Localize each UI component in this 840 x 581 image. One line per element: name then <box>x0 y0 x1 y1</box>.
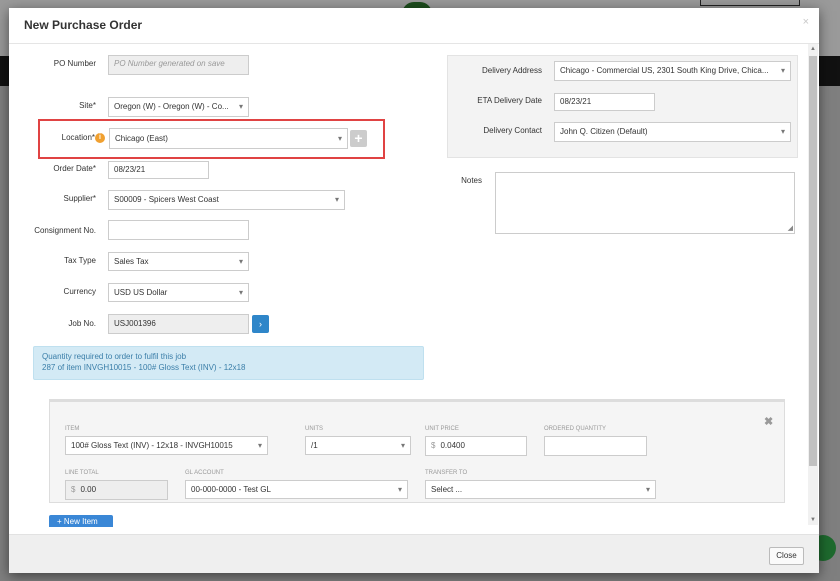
modal-title: New Purchase Order <box>24 18 143 32</box>
line-item-panel: Item 100# Gloss Text (INV) - 12x18 - INV… <box>49 399 785 503</box>
unit-price-value: 0.0400 <box>440 441 465 450</box>
tax-type-select[interactable]: Sales Tax <box>108 252 249 271</box>
transfer-to-label: Transfer To <box>425 470 468 476</box>
remove-item-icon[interactable]: ✖ <box>764 415 773 428</box>
eta-delivery-date-label: ETA Delivery Date <box>477 96 542 105</box>
tax-type-label: Tax Type <box>64 256 96 265</box>
new-purchase-order-modal: New Purchase Order × PO Number PO Number… <box>9 8 819 573</box>
new-item-button[interactable]: + New Item <box>49 515 113 527</box>
item-label: Item <box>65 426 80 432</box>
job-no-label: Job No. <box>68 319 96 328</box>
currency-select[interactable]: USD US Dollar <box>108 283 249 302</box>
unit-price-label: Unit Price <box>425 426 459 432</box>
resize-handle-icon[interactable]: ◢ <box>788 224 793 232</box>
delivery-address-select[interactable]: Chicago - Commercial US, 2301 South King… <box>554 61 791 81</box>
scroll-up-icon[interactable]: ▲ <box>808 44 818 54</box>
unit-price-input[interactable]: $0.0400 <box>425 436 527 456</box>
close-button[interactable]: Close <box>769 547 804 565</box>
modal-footer: Close <box>9 534 819 573</box>
alert-line-1: Quantity required to order to fulfil thi… <box>42 352 187 361</box>
site-select[interactable]: Oregon (W) - Oregon (W) - Co... <box>108 97 249 117</box>
scroll-down-icon[interactable]: ▼ <box>808 515 818 525</box>
line-total-field: $0.00 <box>65 480 168 500</box>
gl-account-select[interactable]: 00-000-0000 - Test GL <box>185 480 408 499</box>
close-icon[interactable]: × <box>803 16 809 28</box>
go-to-job-button[interactable]: › <box>252 315 269 333</box>
item-select[interactable]: 100# Gloss Text (INV) - 12x18 - INVGH100… <box>65 436 268 455</box>
info-icon[interactable]: i <box>95 133 105 143</box>
location-label: Location* <box>61 133 95 142</box>
delivery-contact-select[interactable]: John Q. Citizen (Default) <box>554 122 791 142</box>
add-location-button[interactable]: + <box>350 130 367 147</box>
units-label: Units <box>305 426 323 432</box>
line-total-value: 0.00 <box>80 485 97 494</box>
line-total-label: Line Total <box>65 470 99 476</box>
order-date-label: Order Date* <box>53 164 96 173</box>
currency-label: Currency <box>63 287 96 296</box>
po-number-field: PO Number generated on save <box>108 55 249 75</box>
ordered-quantity-label: Ordered Quantity <box>544 426 607 432</box>
location-select[interactable]: Chicago (East) <box>109 128 348 149</box>
transfer-to-select[interactable]: Select ... <box>425 480 656 499</box>
job-quantity-alert: Quantity required to order to fulfil thi… <box>33 346 424 380</box>
dollar-symbol: $ <box>431 441 436 450</box>
job-no-field: USJ001396 <box>108 314 249 334</box>
alert-line-2: 287 of item INVGH10015 - 100# Gloss Text… <box>42 363 246 372</box>
eta-delivery-date-input[interactable]: 08/23/21 <box>554 93 655 111</box>
supplier-label: Supplier* <box>63 194 96 203</box>
scroll-thumb[interactable] <box>809 56 817 466</box>
notes-textarea[interactable]: ◢ <box>495 172 795 234</box>
site-label: Site* <box>79 101 96 110</box>
delivery-contact-label: Delivery Contact <box>483 126 542 135</box>
modal-header: New Purchase Order × <box>9 8 819 44</box>
po-number-label: PO Number <box>53 59 96 68</box>
background-box <box>700 0 800 6</box>
notes-label: Notes <box>461 176 482 185</box>
consignment-label: Consignment No. <box>34 226 96 235</box>
order-date-input[interactable]: 08/23/21 <box>108 161 209 179</box>
delivery-address-label: Delivery Address <box>481 66 542 75</box>
units-select[interactable]: /1 <box>305 436 411 455</box>
consignment-input[interactable] <box>108 220 249 240</box>
ordered-quantity-input[interactable] <box>544 436 647 456</box>
dollar-symbol: $ <box>71 485 76 494</box>
modal-scrollbar[interactable]: ▲ ▼ <box>808 44 818 525</box>
gl-account-label: GL Account <box>185 470 224 476</box>
supplier-select[interactable]: S00009 - Spicers West Coast <box>108 190 345 210</box>
